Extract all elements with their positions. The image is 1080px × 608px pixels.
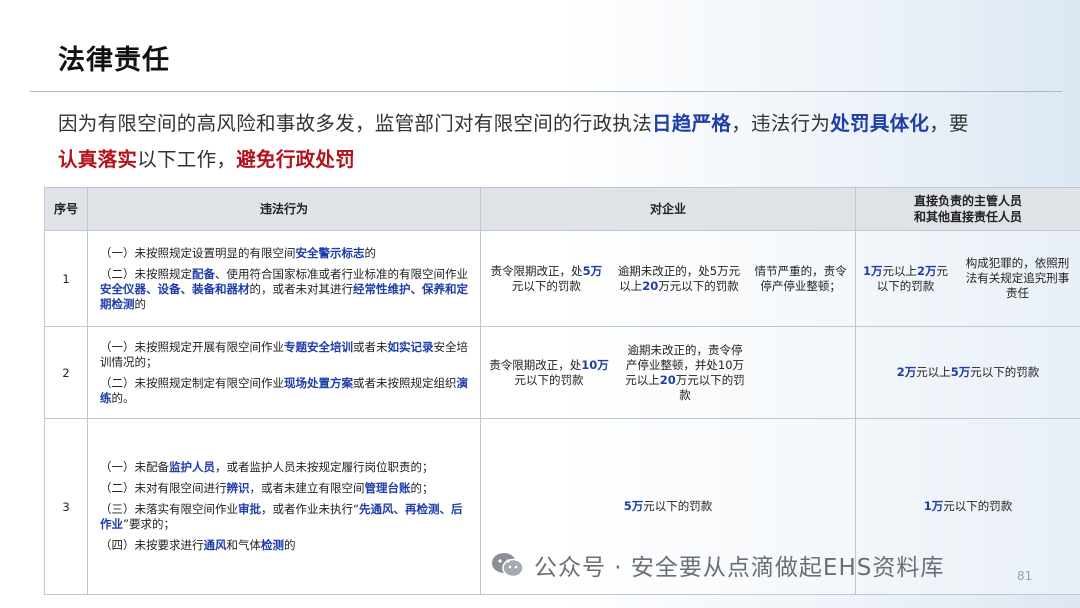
intro-highlight: 处罚具体化 [830, 112, 930, 135]
wechat-icon [492, 553, 524, 578]
intro-highlight-red: 避免行政处罚 [236, 148, 356, 171]
table-row: 2 （一）未按照规定开展有限空间作业专题安全培训或者未如实记录安全培训情况的； … [44, 326, 1080, 419]
intro-paragraph: 因为有限空间的高风险和事故多发，监管部门对有限空间的行政执法日趋严格，违法行为处… [58, 106, 1048, 178]
page-title: 法律责任 [58, 45, 170, 76]
penalty-text: 责令限期改正，处10万元以下的罚款 [489, 357, 609, 387]
violation-cell: （一）未配备监护人员，或者监护人员未按规定履行岗位职责的； （二）未对有限空间进… [87, 418, 481, 595]
violation-item: （二）未按照规定配备、使用符合国家标准或者行业标准的有限空间作业安全仪器、设备、… [100, 266, 468, 311]
liability-table: 序号 违法行为 对企业 直接负责的主管人员 和其他直接责任人员 1 （一）未按照… [44, 187, 1080, 595]
header-enterprise: 对企业 [480, 187, 856, 231]
header-manager: 直接负责的主管人员 和其他直接责任人员 [855, 187, 1080, 231]
title-divider [30, 91, 1062, 92]
enterprise-penalty-cell: 责令限期改正，处5万元以下的罚款 逾期未改正的，处5万元以上20万元以下的罚款 … [480, 230, 856, 327]
violation-item: （一）未按照规定设置明显的有限空间安全警示标志的 [100, 245, 376, 260]
violation-item: （一）未配备监护人员，或者监护人员未按规定履行岗位职责的； [100, 460, 434, 474]
table-header-row: 序号 违法行为 对企业 直接负责的主管人员 和其他直接责任人员 [44, 187, 1080, 231]
row-number: 2 [44, 326, 88, 419]
violation-cell: （一）未按照规定设置明显的有限空间安全警示标志的 （二）未按照规定配备、使用符合… [87, 230, 481, 327]
watermark-text: 公众号 · 安全要从点滴做起EHS资料库 [534, 555, 945, 581]
violation-item: （四）未按要求进行通风和气体检测的 [100, 538, 296, 552]
row-number: 3 [44, 418, 88, 595]
intro-highlight: 日趋严格 [652, 112, 732, 135]
penalty-text: 构成犯罪的，依照刑法有关规定追究刑事责任 [965, 256, 1070, 300]
intro-highlight-red: 认真落实 [58, 148, 138, 171]
violation-item: （三）未落实有限空间作业审批，或者作业未执行“先通风、再检测、后作业”要求的； [100, 502, 463, 531]
header-act: 违法行为 [87, 187, 481, 231]
page-number: 81 [1017, 569, 1033, 583]
manager-penalty-cell: 2万元以上5万元以下的罚款 [855, 326, 1080, 419]
header-manager-line2: 和其他直接责任人员 [913, 210, 1022, 224]
watermark: 公众号 · 安全要从点滴做起EHS资料库 [490, 548, 944, 582]
violation-cell: （一）未按照规定开展有限空间作业专题安全培训或者未如实记录安全培训情况的； （二… [87, 326, 481, 419]
penalty-text: 责令限期改正，处5万元以下的罚款 [490, 263, 603, 293]
intro-text: ，违法行为 [731, 112, 831, 135]
intro-text: ，要 [929, 112, 969, 135]
manager-penalty-cell: 1万元以上2万元以下的罚款 构成犯罪的，依照刑法有关规定追究刑事责任 [855, 230, 1080, 327]
penalty-text: 1万元以上2万元以下的罚款 [862, 263, 949, 293]
violation-item: （二）未按照规定制定有限空间作业现场处置方案或者未按照规定组织演练的。 [100, 375, 468, 405]
header-manager-line1: 直接负责的主管人员 [913, 194, 1022, 208]
intro-text: 因为有限空间的高风险和事故多发，监管部门对有限空间的行政执法 [58, 112, 653, 135]
penalty-text: 逾期未改正的，责令停产停业整顿，并处10万元以上20万元以下的罚款 [625, 342, 745, 402]
penalty-text: 逾期未改正的，处5万元以上20万元以下的罚款 [617, 263, 741, 293]
row-number: 1 [44, 230, 88, 327]
table-row: 1 （一）未按照规定设置明显的有限空间安全警示标志的 （二）未按照规定配备、使用… [44, 230, 1080, 327]
violation-item: （二）未对有限空间进行辨识，或者未建立有限空间管理台账的； [100, 481, 434, 495]
penalty-text: 情节严重的，责令停产停业整顿； [754, 263, 847, 293]
intro-text: 以下工作， [137, 148, 237, 171]
violation-item: （一）未按照规定开展有限空间作业专题安全培训或者未如实记录安全培训情况的； [100, 339, 468, 369]
enterprise-penalty-cell: 责令限期改正，处10万元以下的罚款 逾期未改正的，责令停产停业整顿，并处10万元… [480, 326, 856, 419]
header-num: 序号 [44, 187, 88, 231]
